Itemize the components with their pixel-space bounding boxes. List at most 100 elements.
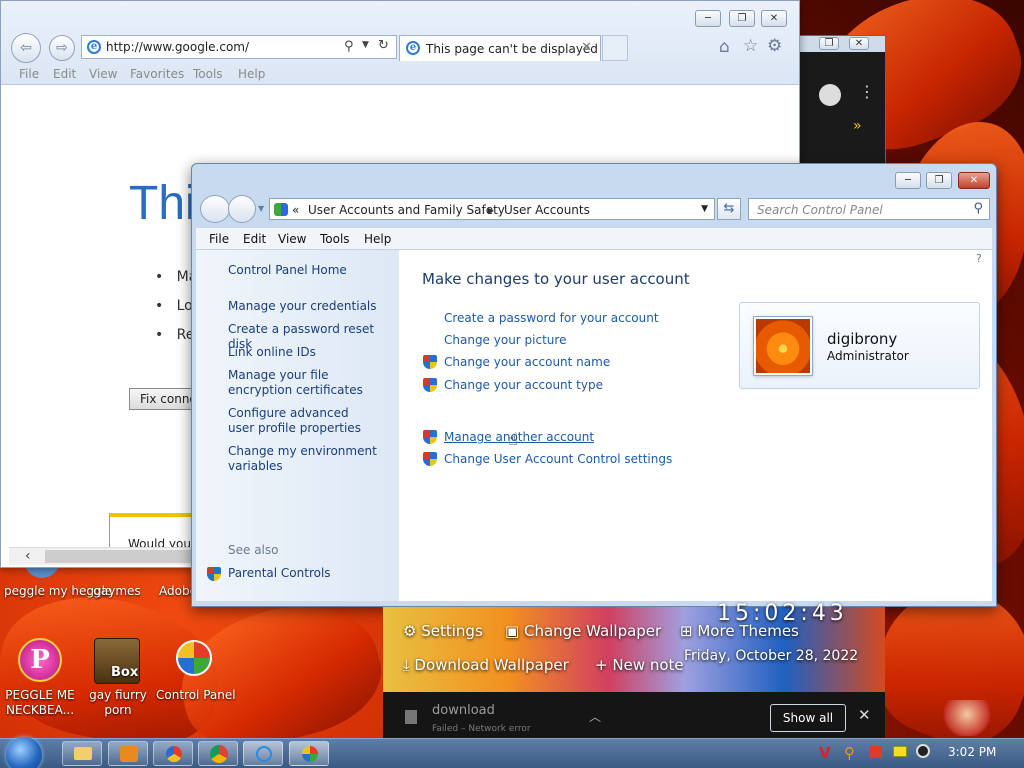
- user-picture-flower[interactable]: [754, 317, 812, 375]
- help-icon[interactable]: ?: [976, 252, 982, 265]
- link-manage-credentials[interactable]: Manage your credentials: [228, 299, 377, 314]
- tray-v-icon[interactable]: V: [819, 744, 831, 762]
- link-file-encryption-certificates[interactable]: Manage your file encryption certificates: [228, 368, 393, 398]
- link-create-password[interactable]: Create a password for your account: [444, 311, 659, 325]
- link-change-account-type[interactable]: Change your account type: [444, 378, 603, 392]
- taskbar-ie-button[interactable]: [243, 741, 283, 766]
- forward-button[interactable]: [228, 195, 256, 223]
- link-change-picture[interactable]: Change your picture: [444, 333, 566, 347]
- background-window[interactable]: ❐ ✕ ⋮ »: [798, 35, 886, 165]
- scroll-left-icon[interactable]: ‹: [25, 548, 31, 564]
- link-change-account-name[interactable]: Change your account name: [444, 355, 610, 369]
- dropdown-icon[interactable]: ▼: [362, 40, 369, 50]
- menu-view[interactable]: View: [278, 232, 306, 246]
- grid-icon: ⊞: [680, 622, 693, 640]
- close-button[interactable]: ✕: [958, 172, 990, 189]
- desktop-icon-control-panel[interactable]: Control Panel: [156, 638, 236, 704]
- control-panel-icon: [302, 746, 318, 762]
- link-environment-variables[interactable]: Change my environment variables: [228, 444, 378, 474]
- address-url[interactable]: http://www.google.com/: [106, 40, 249, 54]
- menu-view[interactable]: View: [89, 67, 117, 81]
- restore-button[interactable]: ❐: [819, 37, 839, 50]
- link-parental-controls[interactable]: Parental Controls: [228, 566, 331, 581]
- menu-tools[interactable]: Tools: [320, 232, 350, 246]
- breadcrumb-user-accounts[interactable]: User Accounts: [504, 203, 590, 217]
- close-tab-icon[interactable]: ✕: [581, 40, 592, 55]
- menu-tools[interactable]: Tools: [193, 67, 223, 81]
- account-avatar-icon[interactable]: [819, 84, 841, 106]
- new-tab-button[interactable]: [602, 35, 628, 61]
- desktop-icon-box[interactable]: Box gay fiurry porn: [88, 638, 148, 720]
- tab-active[interactable]: e This page can't be displayed ✕: [399, 35, 601, 61]
- back-button[interactable]: [200, 195, 230, 223]
- search-icon[interactable]: ⚲: [973, 201, 983, 216]
- see-also-label: See also: [228, 543, 279, 557]
- favorites-star-icon[interactable]: ☆: [743, 36, 758, 56]
- breadcrumb-separator[interactable]: ▸: [488, 203, 494, 217]
- menu-edit[interactable]: Edit: [53, 67, 76, 81]
- link-manage-another-account[interactable]: Manage another account: [444, 430, 594, 444]
- settings-link[interactable]: ⚙ Settings: [403, 622, 483, 640]
- tray-search-icon[interactable]: ⚲: [844, 744, 855, 762]
- maximize-button[interactable]: ❐: [729, 10, 755, 27]
- control-panel-window[interactable]: ─ ❐ ✕ ▼ « User Accounts and Family Safet…: [191, 163, 997, 607]
- link-online-ids[interactable]: Link online IDs: [228, 345, 316, 360]
- search-input[interactable]: Search Control Panel ⚲: [748, 198, 990, 220]
- tray-notes-icon[interactable]: [893, 746, 907, 757]
- background-window-titlebar[interactable]: ❐ ✕: [799, 36, 885, 52]
- link-uac-settings[interactable]: Change User Account Control settings: [444, 452, 672, 466]
- address-bar[interactable]: « User Accounts and Family Safety ▸ User…: [269, 198, 715, 220]
- menu-favorites[interactable]: Favorites: [130, 67, 184, 81]
- download-filename[interactable]: download: [432, 703, 495, 718]
- more-options-icon[interactable]: ⋮: [859, 82, 875, 101]
- date-display: Friday, October 28, 2022: [684, 648, 859, 664]
- breadcrumb-user-accounts-family-safety[interactable]: User Accounts and Family Safety: [308, 203, 505, 217]
- refresh-button[interactable]: ⇆: [717, 198, 741, 220]
- maximize-button[interactable]: ❐: [926, 172, 952, 189]
- taskbar-clock[interactable]: 3:02 PM: [948, 745, 996, 759]
- address-bar[interactable]: e http://www.google.com/ ⚲ ▼ ↻: [81, 35, 397, 59]
- show-all-button[interactable]: Show all: [770, 704, 846, 732]
- taskbar-explorer-button[interactable]: [62, 741, 102, 766]
- close-download-bar-icon[interactable]: ✕: [858, 706, 871, 724]
- scrollbar-thumb[interactable]: [45, 550, 195, 563]
- desktop-icon-label: peggle my heggle: [4, 584, 113, 598]
- back-button[interactable]: ⇦: [11, 33, 41, 63]
- close-button[interactable]: ✕: [849, 37, 869, 50]
- chevron-double-right-icon[interactable]: »: [853, 118, 862, 134]
- taskbar-control-panel-button[interactable]: [289, 741, 329, 766]
- taskbar-paint-button[interactable]: [153, 741, 193, 766]
- media-player-icon: [120, 746, 138, 762]
- tray-flag-icon[interactable]: [870, 746, 882, 758]
- link-advanced-profile-properties[interactable]: Configure advanced user profile properti…: [228, 406, 378, 436]
- recent-pages-dropdown-icon[interactable]: ▼: [258, 204, 264, 213]
- menu-help[interactable]: Help: [364, 232, 391, 246]
- menu-file[interactable]: File: [19, 67, 39, 81]
- search-icon[interactable]: ⚲: [344, 39, 354, 54]
- download-wallpaper-link[interactable]: ⤓ Download Wallpaper: [403, 656, 569, 674]
- desktop-icon-peggle[interactable]: peggle my heggle: [4, 560, 113, 618]
- chevron-up-icon[interactable]: ︿: [589, 708, 601, 725]
- menu-file[interactable]: File: [209, 232, 229, 246]
- taskbar-media-player-button[interactable]: [108, 741, 148, 766]
- address-dropdown-icon[interactable]: ▼: [701, 204, 708, 214]
- forward-button[interactable]: ⇨: [49, 35, 75, 61]
- tray-volume-icon[interactable]: [916, 744, 930, 758]
- change-wallpaper-link[interactable]: ▣ Change Wallpaper: [505, 622, 661, 640]
- desktop-icon-label[interactable]: gaymes: [92, 584, 142, 599]
- refresh-icon[interactable]: ↻: [378, 38, 389, 53]
- taskbar-chrome-button[interactable]: [198, 741, 238, 766]
- start-button[interactable]: [6, 737, 42, 768]
- breadcrumb-overflow[interactable]: «: [292, 203, 299, 217]
- menu-help[interactable]: Help: [238, 67, 265, 81]
- new-note-link[interactable]: + New note: [595, 656, 684, 674]
- desktop-icon-peggle-me[interactable]: P PEGGLE ME NECKBEA...: [4, 638, 76, 720]
- link-control-panel-home[interactable]: Control Panel Home: [228, 263, 347, 278]
- close-button[interactable]: ✕: [761, 10, 787, 27]
- minimize-button[interactable]: ─: [695, 10, 721, 27]
- minimize-button[interactable]: ─: [895, 172, 921, 189]
- home-icon[interactable]: ⌂: [719, 37, 730, 57]
- settings-gear-icon[interactable]: ⚙: [767, 36, 782, 56]
- fix-connection-button[interactable]: Fix conne: [129, 388, 197, 410]
- menu-edit[interactable]: Edit: [243, 232, 266, 246]
